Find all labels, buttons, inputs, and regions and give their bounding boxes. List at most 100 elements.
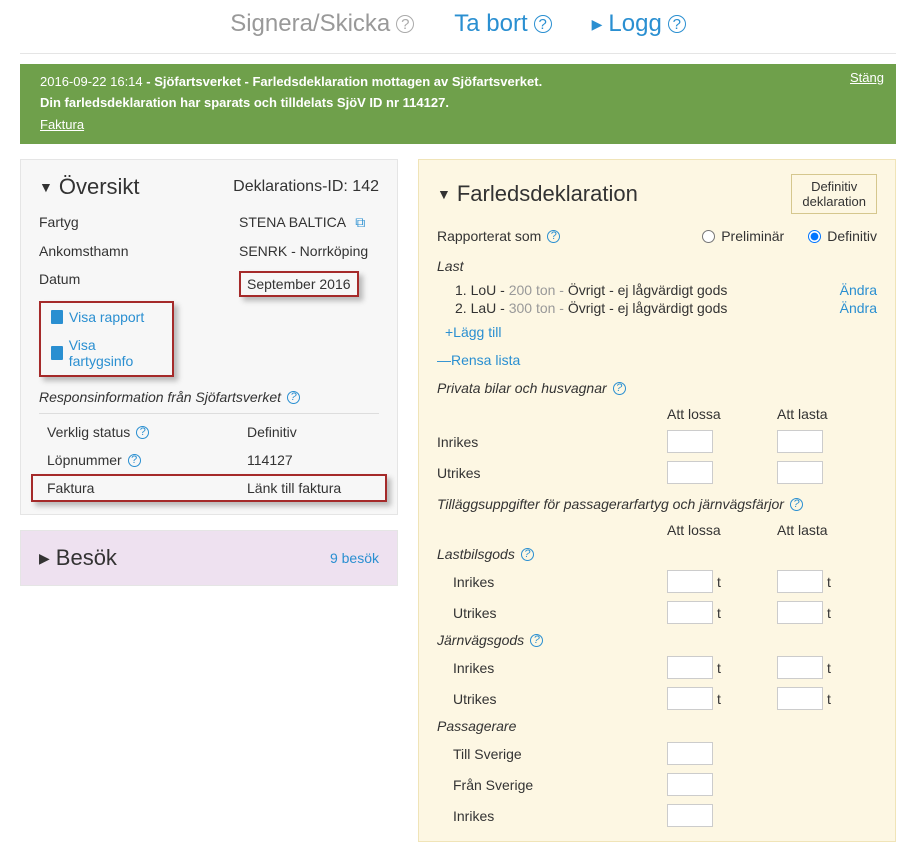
- row-jarnvag-utrikes: Utrikes: [437, 691, 657, 707]
- utrikes-lasta-input[interactable]: [777, 461, 823, 484]
- visa-rapport-link[interactable]: Visa rapport: [51, 309, 162, 325]
- oversikt-title[interactable]: ▼ Översikt: [39, 174, 140, 200]
- col-att-lasta: Att lasta: [777, 406, 877, 422]
- deklarations-id: Deklarations-ID: 142: [233, 178, 379, 196]
- unit-t: t: [827, 605, 831, 621]
- inrikes-lasta-input[interactable]: [777, 430, 823, 453]
- top-tabs: Signera/Skicka ? Ta bort ? ▶ Logg ?: [20, 0, 896, 54]
- privata-header: Privata bilar och husvagnar: [437, 380, 607, 396]
- item-code: LaU -: [471, 300, 509, 316]
- lastbils-inrikes-lossa-input[interactable]: [667, 570, 713, 593]
- besok-title-text: Besök: [56, 545, 117, 571]
- jarnvag-inrikes-lossa-input[interactable]: [667, 656, 713, 679]
- badge-line2: deklaration: [802, 194, 866, 209]
- help-icon[interactable]: ?: [790, 498, 803, 511]
- pass-inrikes-input[interactable]: [667, 804, 713, 827]
- tab-delete-label: Ta bort: [454, 10, 527, 38]
- tillagg-header-wrap: Tilläggsuppgifter för passagerarfartyg o…: [437, 496, 877, 512]
- help-icon[interactable]: ?: [521, 548, 534, 561]
- help-icon[interactable]: ?: [547, 230, 560, 243]
- unit-t: t: [717, 660, 721, 676]
- andra-link[interactable]: Ändra: [840, 300, 877, 316]
- col-att-lossa: Att lossa: [667, 522, 767, 538]
- visa-fartygsinfo-link[interactable]: Visa fartygsinfo: [51, 337, 162, 369]
- tab-log-label: Logg: [608, 10, 661, 38]
- help-icon[interactable]: ?: [136, 426, 149, 439]
- lastbils-inrikes-lasta-input[interactable]: [777, 570, 823, 593]
- document-icon: [51, 346, 63, 360]
- jarnvag-utrikes-lasta-input[interactable]: [777, 687, 823, 710]
- verklig-status-label: Verklig status: [47, 424, 130, 440]
- caret-right-icon: ▶: [592, 16, 603, 33]
- fartyg-value: STENA BALTICA ⧉: [239, 214, 365, 231]
- farled-panel: ▼ Farledsdeklaration Definitiv deklarati…: [418, 159, 896, 842]
- badge-line1: Definitiv: [802, 179, 866, 194]
- faktura-link[interactable]: Länk till faktura: [247, 480, 341, 496]
- lastbils-utrikes-lossa-input[interactable]: [667, 601, 713, 624]
- notification-banner: Stäng 2016-09-22 16:14 - Sjöfartsverket …: [20, 64, 896, 144]
- visa-fartyg-label: Visa fartygsinfo: [69, 337, 162, 369]
- lopnummer-label: Löpnummer: [47, 452, 122, 468]
- notification-line2: Din farledsdeklaration har sparats och t…: [40, 95, 876, 110]
- jarnvag-utrikes-lossa-input[interactable]: [667, 687, 713, 710]
- lagg-till-link[interactable]: +Lägg till: [445, 324, 501, 340]
- copy-icon[interactable]: ⧉: [355, 214, 365, 230]
- tab-sign-label: Signera/Skicka: [230, 10, 390, 38]
- besok-panel: ▶ Besök 9 besök: [20, 530, 398, 586]
- help-icon[interactable]: ?: [287, 391, 300, 404]
- responsinfo-label: Responsinformation från Sjöfartsverket: [39, 389, 281, 405]
- help-icon[interactable]: ?: [613, 382, 626, 395]
- help-icon[interactable]: ?: [530, 634, 543, 647]
- lastbils-header-wrap: Lastbilsgods ?: [437, 546, 877, 562]
- fran-sv-input[interactable]: [667, 773, 713, 796]
- document-icon: [51, 310, 63, 324]
- item-rest: Övrigt - ej lågvärdigt gods: [568, 300, 728, 316]
- tillagg-header: Tilläggsuppgifter för passagerarfartyg o…: [437, 496, 784, 512]
- status-badge: Definitiv deklaration: [791, 174, 877, 214]
- andra-link[interactable]: Ändra: [840, 282, 877, 298]
- farled-title[interactable]: ▼ Farledsdeklaration: [437, 181, 638, 207]
- row-lastbils-inrikes: Inrikes: [437, 574, 657, 590]
- tab-delete[interactable]: Ta bort ?: [454, 10, 551, 38]
- col-att-lossa: Att lossa: [667, 406, 767, 422]
- tab-log[interactable]: ▶ Logg ?: [592, 10, 686, 38]
- besok-title[interactable]: ▶ Besök: [39, 545, 117, 571]
- radio-definitiv[interactable]: [808, 230, 821, 243]
- jarnvag-inrikes-lasta-input[interactable]: [777, 656, 823, 679]
- rensa-lista-link[interactable]: —Rensa lista: [437, 352, 877, 368]
- notification-title: - Sjöfartsverket - Farledsdeklaration mo…: [143, 74, 543, 89]
- tab-sign[interactable]: Signera/Skicka ?: [230, 10, 414, 38]
- rapporterat-label-wrap: Rapporterat som ?: [437, 228, 678, 244]
- inrikes-lossa-input[interactable]: [667, 430, 713, 453]
- preliminar-label: Preliminär: [721, 228, 784, 244]
- help-icon[interactable]: ?: [668, 15, 686, 33]
- lastbils-header: Lastbilsgods: [437, 546, 515, 562]
- last-item: 1. LoU - 200 ton - Övrigt - ej lågvärdig…: [455, 282, 877, 298]
- col-att-lasta: Att lasta: [777, 522, 877, 538]
- help-icon[interactable]: ?: [534, 15, 552, 33]
- lastbils-utrikes-lasta-input[interactable]: [777, 601, 823, 624]
- last-item: 2. LaU - 300 ton - Övrigt - ej lågvärdig…: [455, 300, 877, 316]
- last-header: Last: [437, 258, 877, 274]
- help-icon[interactable]: ?: [396, 15, 414, 33]
- notification-faktura-link[interactable]: Faktura: [40, 117, 84, 132]
- decl-id-value: 142: [352, 178, 379, 195]
- row-inrikes: Inrikes: [437, 434, 657, 450]
- verklig-status-value: Definitiv: [247, 424, 297, 440]
- utrikes-lossa-input[interactable]: [667, 461, 713, 484]
- row-fran-sv: Från Sverige: [437, 777, 657, 793]
- item-num: 1.: [455, 282, 467, 298]
- unit-t: t: [827, 574, 831, 590]
- besok-count-link[interactable]: 9 besök: [330, 550, 379, 566]
- item-grey: 300 ton -: [509, 300, 568, 316]
- separator: [39, 413, 379, 414]
- radio-preliminar[interactable]: [702, 230, 715, 243]
- faktura-label: Faktura: [47, 480, 247, 496]
- visa-rapport-label: Visa rapport: [69, 309, 144, 325]
- decl-id-label: Deklarations-ID:: [233, 178, 348, 195]
- till-sv-input[interactable]: [667, 742, 713, 765]
- close-link[interactable]: Stäng: [850, 70, 884, 85]
- unit-t: t: [717, 605, 721, 621]
- help-icon[interactable]: ?: [128, 454, 141, 467]
- datum-value: September 2016: [247, 276, 351, 292]
